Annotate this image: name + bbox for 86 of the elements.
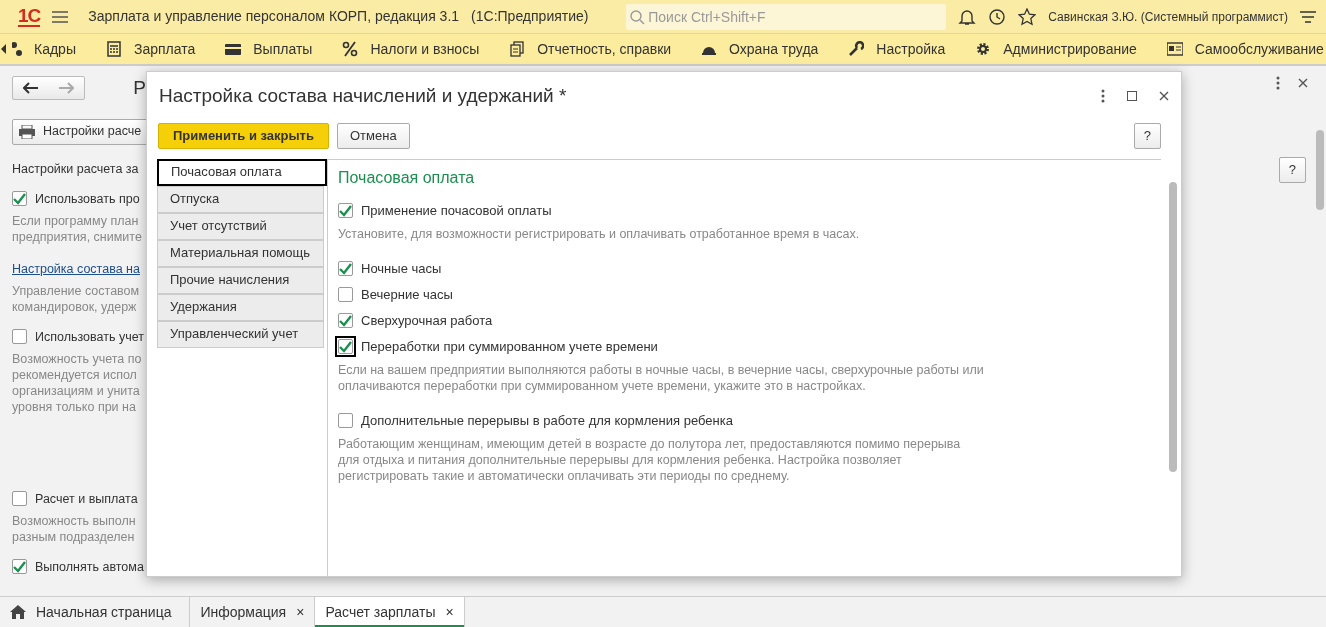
bell-icon[interactable] bbox=[958, 7, 977, 26]
print-settings-button[interactable]: Настройки расче bbox=[12, 118, 146, 145]
close-button[interactable]: × bbox=[296, 601, 305, 623]
maximize-icon[interactable] bbox=[1127, 91, 1137, 102]
home-tab[interactable]: Начальная страница bbox=[0, 597, 191, 627]
description: Работающим женщинам, имеющим детей в возрасте до полутора лет, предоставляются помимо перерыва для отдыха и питания дополнительные перерывы для кормления ребенка. Настройка позволяет регистрировать такие и автоматически оплачивать эти периоды по среднему. bbox=[338, 435, 962, 484]
checkbox[interactable] bbox=[338, 203, 353, 218]
page-title: Р bbox=[133, 76, 146, 100]
checkbox-label: Расчет и выплата bbox=[35, 490, 138, 507]
documents-icon bbox=[509, 41, 526, 57]
tab[interactable]: Учет отсутствий bbox=[157, 212, 324, 240]
section-link[interactable]: Охрана труда bbox=[686, 38, 834, 60]
checkbox[interactable] bbox=[12, 329, 27, 344]
checkbox[interactable] bbox=[338, 313, 353, 328]
checkbox-label: Дополнительные перерывы в работе для кормления ребенка bbox=[361, 412, 733, 429]
tab[interactable]: Отпуска bbox=[157, 185, 324, 213]
star-icon[interactable] bbox=[1018, 7, 1037, 26]
tab[interactable]: Удержания bbox=[157, 293, 324, 321]
description: Установите, для возможности регистрировать и оплачивать отработанное время в часах. bbox=[338, 225, 861, 242]
tab[interactable]: Прочие начисления bbox=[157, 266, 324, 294]
close-icon[interactable] bbox=[1298, 78, 1308, 88]
section-title: Почасовая оплата bbox=[338, 167, 476, 188]
section-link[interactable]: Отчетность, справки bbox=[494, 38, 687, 60]
checkbox[interactable] bbox=[12, 559, 27, 574]
section-link[interactable]: Самообслуживание bbox=[1151, 38, 1326, 60]
close-button[interactable]: × bbox=[445, 601, 454, 623]
close-icon[interactable] bbox=[1159, 91, 1169, 102]
user-name[interactable]: Савинская З.Ю. (Системный программист) bbox=[1048, 7, 1288, 26]
more-icon[interactable] bbox=[1101, 89, 1105, 104]
wrench-icon bbox=[848, 41, 865, 57]
app-title: Зарплата и управление персоналом КОРП, редакция 3.1 bbox=[88, 7, 460, 26]
settings-link[interactable]: Настройка состава на bbox=[12, 260, 146, 277]
checkbox-label: Вечерние часы bbox=[361, 286, 453, 303]
section-link[interactable]: Выплаты bbox=[210, 38, 328, 60]
home-icon bbox=[10, 605, 26, 619]
id-card-icon bbox=[1166, 41, 1183, 57]
section-link[interactable]: Настройка bbox=[833, 38, 961, 60]
scrollbar[interactable] bbox=[1316, 130, 1324, 210]
tab[interactable]: Материальная помощь bbox=[157, 239, 324, 267]
section-link[interactable]: Администрирование bbox=[960, 38, 1152, 60]
search-field[interactable]: Поиск Ctrl+Shift+F bbox=[626, 3, 947, 30]
tab[interactable]: Управленческий учет bbox=[157, 320, 324, 348]
checkbox-label: Применение почасовой оплаты bbox=[361, 202, 552, 219]
section-label: Настройки расчета за bbox=[12, 160, 140, 177]
checkbox-label: Выполнять автома bbox=[35, 558, 144, 575]
section-link[interactable]: Зарплата bbox=[90, 38, 211, 60]
more-icon[interactable] bbox=[1276, 76, 1280, 90]
help-button[interactable]: ? bbox=[1278, 157, 1306, 183]
checkbox-label: Переработки при суммированном учете времени bbox=[361, 338, 658, 355]
description: Возможность выполн разным подразделен bbox=[12, 512, 137, 545]
checkbox[interactable] bbox=[12, 491, 27, 506]
checkbox[interactable] bbox=[338, 413, 353, 428]
percent-icon bbox=[342, 41, 359, 57]
description: Возможность учета по рекомендуется испол организациям и унита уровня только при на bbox=[12, 350, 143, 415]
dialog-title: Настройка состава начислений и удержаний * bbox=[159, 84, 567, 108]
logo: 1С bbox=[18, 6, 41, 27]
help-button[interactable]: ? bbox=[1133, 122, 1161, 149]
menu-icon[interactable] bbox=[1300, 8, 1316, 25]
forward-arrow-icon[interactable] bbox=[58, 82, 75, 95]
tab[interactable]: Почасовая оплата bbox=[157, 158, 327, 186]
left-arrow-icon[interactable] bbox=[0, 43, 8, 55]
scrollbar[interactable] bbox=[1169, 181, 1177, 472]
checkbox[interactable] bbox=[338, 261, 353, 276]
cancel-button[interactable]: Отмена bbox=[336, 122, 410, 149]
description: Если программу план предприятия, снимите bbox=[12, 212, 143, 245]
section-link[interactable]: Налоги и взносы bbox=[327, 38, 495, 60]
gear-icon bbox=[975, 41, 992, 57]
section-link[interactable]: Кадры bbox=[8, 38, 91, 60]
checkbox[interactable] bbox=[12, 191, 27, 206]
description: Если на вашем предприятии выполняются работы в ночные часы, в вечерние часы, сверхурочные работы или оплачиваются переработки при суммированном учете времени, укажите это в настройках. bbox=[338, 361, 985, 394]
checkbox-label: Использовать учет bbox=[35, 328, 144, 345]
navigation-buttons[interactable] bbox=[12, 76, 86, 101]
checkbox-label: Использовать про bbox=[35, 190, 140, 207]
checkbox[interactable] bbox=[338, 287, 353, 302]
printer-icon bbox=[19, 124, 35, 139]
checkbox-label: Сверхурочная работа bbox=[361, 312, 493, 329]
back-arrow-icon[interactable] bbox=[22, 82, 39, 95]
checkbox-label: Ночные часы bbox=[361, 260, 442, 277]
apply-button[interactable]: Применить и закрыть bbox=[158, 122, 329, 149]
window-tab[interactable]: Расчет зарплаты × bbox=[315, 597, 465, 627]
card-icon bbox=[225, 41, 242, 57]
app-subtitle: (1С:Предприятие) bbox=[471, 7, 589, 26]
description: Управление составом командировок, удерж bbox=[12, 282, 141, 315]
calculator-icon bbox=[105, 41, 122, 57]
history-icon[interactable] bbox=[988, 7, 1007, 26]
menu-icon[interactable] bbox=[52, 9, 69, 24]
